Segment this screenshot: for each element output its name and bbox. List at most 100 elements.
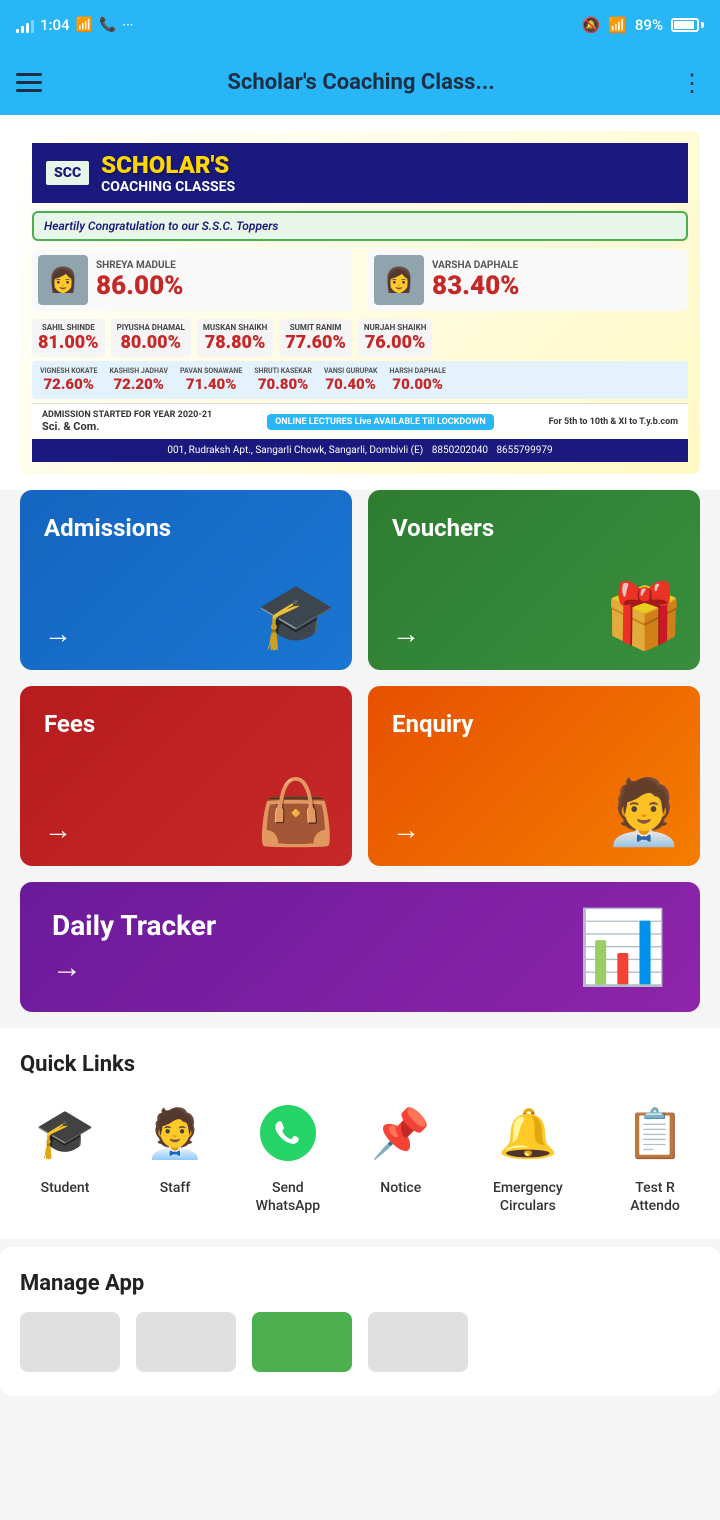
topper-5-score: 78.80%	[205, 332, 266, 353]
tracker-arrow: →	[52, 950, 216, 985]
topper-11-score: 70.80%	[258, 375, 308, 393]
manage-item-1[interactable]	[20, 1312, 120, 1372]
topper-2-score: 83.40%	[432, 271, 519, 301]
status-left: 1:04 📶 📞 ···	[16, 16, 133, 34]
topper-4-name: PIYUSHA DHAMAL	[117, 323, 185, 332]
topper-2-photo: 👩	[374, 255, 424, 305]
topper-11: SHRUTI KASEKAR 70.80%	[250, 365, 316, 395]
cards-grid: Admissions → 🎓 Vouchers → 🎁 Fees → 👜 Enq…	[20, 490, 700, 866]
daily-tracker-card[interactable]: Daily Tracker → 📊	[20, 882, 700, 1012]
banner-address: 001, Rudraksh Apt., Sangarli Chowk, Sang…	[32, 439, 688, 462]
topper-8-score: 72.60%	[43, 375, 93, 393]
quick-link-whatsapp[interactable]: Send WhatsApp	[240, 1097, 336, 1215]
topper-8-name: VIGNESH KOKATE	[40, 367, 97, 375]
topper-1-photo: 👩	[38, 255, 88, 305]
topper-6-score: 77.60%	[285, 332, 346, 353]
topper-9: KASHISH JADHAV 72.20%	[105, 365, 172, 395]
quick-links-title: Quick Links	[20, 1052, 700, 1077]
classes-info: For 5th to 10th & XI to T.y.b.com	[549, 417, 678, 427]
fees-icon: 👜	[256, 775, 336, 850]
quick-link-emergency-circulars[interactable]: 🔔 Emergency Circulars	[466, 1097, 590, 1215]
hamburger-menu[interactable]	[16, 73, 42, 92]
topper-9-name: KASHISH JADHAV	[109, 367, 168, 375]
banner: SCC SCHOLAR'S COACHING CLASSES Heartily …	[20, 131, 700, 474]
quick-link-staff[interactable]: 🧑‍💼 Staff	[130, 1097, 220, 1215]
vouchers-icon: 🎁	[604, 579, 684, 654]
test-attendance-icon: 📋	[619, 1097, 691, 1169]
banner-header: SCC SCHOLAR'S COACHING CLASSES	[32, 143, 688, 203]
toppers-row-2: VIGNESH KOKATE 72.60% KASHISH JADHAV 72.…	[32, 361, 688, 399]
quick-link-student[interactable]: 🎓 Student	[20, 1097, 110, 1215]
scc-logo: SCC	[44, 159, 91, 187]
manage-item-4[interactable]	[368, 1312, 468, 1372]
more-options-button[interactable]: ⋮	[680, 69, 704, 97]
student-icon: 🎓	[29, 1097, 101, 1169]
topper-6-name: SUMIT RANIM	[290, 323, 342, 332]
notice-icon: 📌	[365, 1097, 437, 1169]
topper-1: 👩 SHREYA MADULE 86.00%	[32, 249, 352, 311]
whatsapp-icon	[252, 1097, 324, 1169]
admissions-icon: 🎓	[256, 579, 336, 654]
fees-card[interactable]: Fees → 👜	[20, 686, 352, 866]
topper-3-name: SAHIL SHINDE	[42, 323, 95, 332]
online-badge: ONLINE LECTURES Live AVAILABLE Till LOCK…	[267, 414, 494, 430]
tracker-icon: 📊	[578, 905, 668, 990]
topper-4-score: 80.00%	[120, 332, 181, 353]
toppers-row-1: SAHIL SHINDE 81.00% PIYUSHA DHAMAL 80.00…	[32, 319, 688, 357]
more-status-icon: ···	[122, 18, 133, 33]
vouchers-card[interactable]: Vouchers → 🎁	[368, 490, 700, 670]
tracker-label: Daily Tracker	[52, 909, 216, 942]
signal-bars	[16, 17, 34, 33]
topper-11-name: SHRUTI KASEKAR	[254, 367, 312, 375]
quick-link-test-attendance[interactable]: 📋 Test R Attendo	[610, 1097, 700, 1215]
app-title: Scholar's Coaching Class...	[58, 70, 664, 95]
manage-item-2[interactable]	[136, 1312, 236, 1372]
topper-12-score: 70.40%	[325, 375, 375, 393]
topper-13-score: 70.00%	[392, 375, 442, 393]
topper-10-score: 71.40%	[186, 375, 236, 393]
admissions-label: Admissions	[44, 514, 328, 542]
top-toppers: 👩 SHREYA MADULE 86.00% 👩 VARSHA DAPHALE …	[32, 249, 688, 311]
call-icon: 📞	[99, 17, 116, 33]
test-attendance-label: Test R Attendo	[610, 1179, 700, 1215]
sim-icon: 📶	[76, 17, 93, 33]
topper-7: NURJAH SHAIKH 76.00%	[358, 319, 433, 357]
emergency-circulars-icon: 🔔	[492, 1097, 564, 1169]
notice-label: Notice	[380, 1179, 421, 1197]
topper-1-score: 86.00%	[96, 271, 183, 301]
banner-subtitle: COACHING CLASSES	[101, 179, 235, 195]
admissions-card[interactable]: Admissions → 🎓	[20, 490, 352, 670]
phone-1: 8850202040	[432, 445, 488, 456]
topper-12-name: VANSI GURUPAK	[324, 367, 378, 375]
quick-link-notice[interactable]: 📌 Notice	[356, 1097, 446, 1215]
status-right: 🔕 📶 89%	[582, 16, 704, 34]
battery-percent: 89%	[635, 16, 663, 34]
cards-section: Admissions → 🎓 Vouchers → 🎁 Fees → 👜 Enq…	[0, 490, 720, 1028]
topper-7-score: 76.00%	[365, 332, 426, 353]
topper-2: 👩 VARSHA DAPHALE 83.40%	[368, 249, 688, 311]
phone-2: 8655799979	[496, 445, 552, 456]
manage-app-section: Manage App	[0, 1247, 720, 1396]
admission-info: ADMISSION STARTED FOR YEAR 2020-21 Sci. …	[42, 410, 212, 433]
topper-7-name: NURJAH SHAIKH	[364, 323, 427, 332]
topper-10-name: PAVAN SONAWANE	[180, 367, 242, 375]
topper-9-score: 72.20%	[113, 375, 163, 393]
enquiry-card[interactable]: Enquiry → 🧑‍💼	[368, 686, 700, 866]
manage-item-3[interactable]	[252, 1312, 352, 1372]
tracker-left: Daily Tracker →	[52, 909, 216, 985]
topper-12: VANSI GURUPAK 70.40%	[320, 365, 382, 395]
topper-2-name: VARSHA DAPHALE	[432, 260, 519, 271]
topper-13: HARSH DAPHALE 70.00%	[385, 365, 449, 395]
topper-5-name: MUSKAN SHAIKH	[203, 323, 267, 332]
topper-13-name: HARSH DAPHALE	[389, 367, 445, 375]
student-label: Student	[41, 1179, 90, 1197]
fees-label: Fees	[44, 710, 328, 738]
staff-label: Staff	[160, 1179, 191, 1197]
wifi-icon: 📶	[608, 16, 627, 34]
congrats-text: Heartily Congratulation to our S.S.C. To…	[32, 211, 688, 241]
alarm-off-icon: 🔕	[582, 16, 601, 34]
topper-5: MUSKAN SHAIKH 78.80%	[197, 319, 273, 357]
enquiry-icon: 🧑‍💼	[604, 775, 684, 850]
whatsapp-label: Send WhatsApp	[240, 1179, 336, 1215]
topper-3-score: 81.00%	[38, 332, 99, 353]
